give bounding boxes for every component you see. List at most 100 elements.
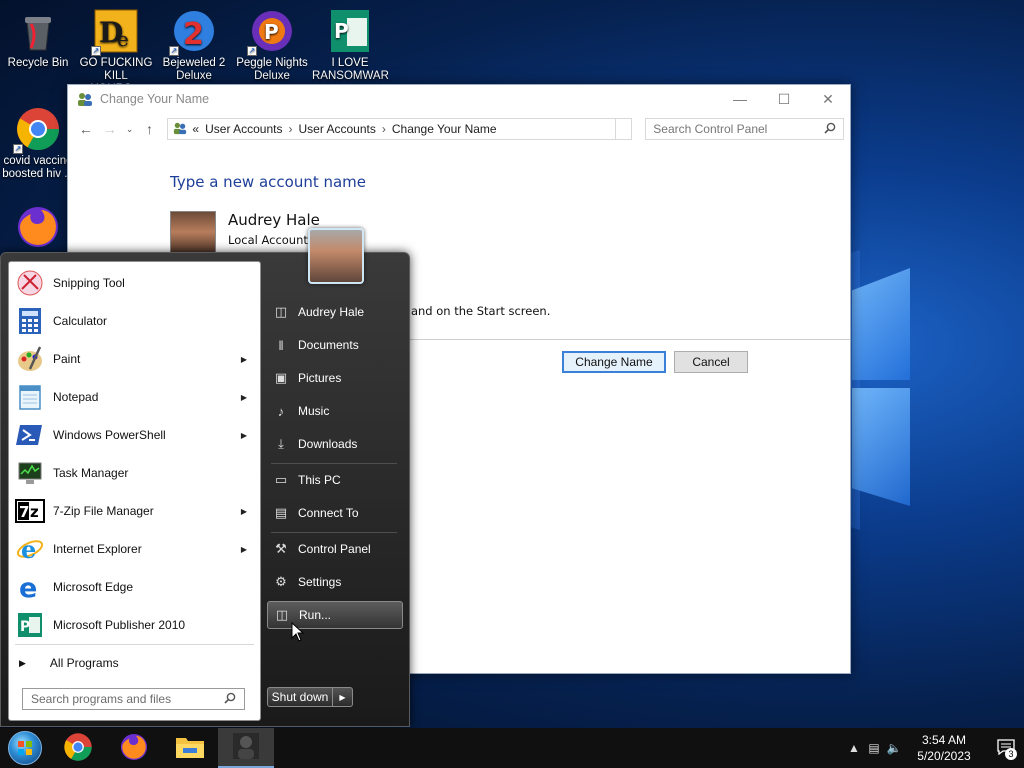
taskbar-control-panel[interactable] — [218, 728, 274, 768]
shortcut-arrow-icon: ↗ — [13, 144, 23, 154]
gear-icon: ⚙ — [275, 574, 287, 589]
program-snipping-tool[interactable]: Snipping Tool — [15, 265, 253, 301]
svg-text:2: 2 — [183, 17, 204, 52]
program-label: Internet Explorer — [53, 542, 142, 556]
desktop-icon-go-kill[interactable]: De ↗ GO FUCKING KILL YOURS... — [78, 8, 154, 85]
chrome-icon — [63, 732, 93, 765]
start-right-downloads[interactable]: ⤓ Downloads — [267, 430, 403, 458]
snipping-tool-icon — [15, 268, 45, 298]
start-right-pictures[interactable]: ▣ Pictures — [267, 364, 403, 392]
maximize-button[interactable]: ☐ — [762, 85, 806, 113]
taskbar-chrome[interactable] — [50, 728, 106, 768]
start-right-documents[interactable]: ‖ Documents — [267, 331, 403, 359]
clock-date: 5/20/2023 — [917, 749, 971, 763]
desktop-icon-covid[interactable]: ↗ covid vaccine boosted hiv ... — [0, 106, 76, 181]
network-icon[interactable]: ▤ — [864, 741, 884, 755]
program-7zip-file-manager[interactable]: 7z 7-Zip File Manager ▶ — [15, 493, 253, 529]
account-avatar — [170, 211, 216, 257]
program-paint[interactable]: Paint ▶ — [15, 341, 253, 377]
right-item-label: Documents — [298, 338, 359, 352]
desktop-icon-recycle-bin[interactable]: Recycle Bin — [0, 8, 76, 70]
pictures-icon: ▣ — [274, 370, 288, 385]
volume-muted-icon[interactable]: 🔈 — [884, 741, 904, 755]
die-app-icon: De ↗ — [91, 8, 139, 56]
program-calculator[interactable]: Calculator — [15, 303, 253, 339]
up-button[interactable]: ↑ — [138, 117, 162, 141]
taskbar-firefox[interactable] — [106, 728, 162, 768]
start-user-picture[interactable] — [308, 228, 364, 284]
right-item-label: Downloads — [298, 437, 358, 451]
back-button[interactable]: ← — [74, 117, 98, 141]
start-right-settings[interactable]: ⚙ Settings — [267, 568, 403, 596]
system-tray: ▲ ▤ 🔈 3:54 AM 5/20/2023 3 — [844, 728, 1024, 768]
windows-logo-icon — [8, 731, 42, 765]
minimize-button[interactable]: — — [718, 85, 762, 113]
action-center-button[interactable]: 3 — [988, 728, 1024, 768]
start-right-this-pc[interactable]: ▭ This PC — [267, 466, 403, 494]
program-microsoft-edge[interactable]: e Microsoft Edge — [15, 569, 253, 605]
program-microsoft-publisher-2010[interactable]: P Microsoft Publisher 2010 — [15, 607, 253, 643]
breadcrumb-item[interactable]: Change Your Name — [392, 122, 497, 136]
shutdown-button[interactable]: Shut down — [267, 687, 333, 707]
desktop-icon-firefox[interactable] — [0, 204, 76, 253]
clock[interactable]: 3:54 AM 5/20/2023 — [908, 732, 980, 764]
cancel-button[interactable]: Cancel — [674, 351, 748, 373]
start-right-control-panel[interactable]: ⚒ Control Panel — [267, 535, 403, 563]
start-programs-panel: Snipping Tool Calculator Paint ▶ Notepad… — [8, 261, 261, 721]
start-right-music[interactable]: ♪ Music — [267, 397, 403, 425]
breadcrumb-overflow[interactable]: « — [192, 122, 199, 136]
svg-text:e: e — [19, 573, 37, 601]
chrome-icon: ↗ — [13, 106, 61, 154]
change-name-button[interactable]: Change Name — [562, 351, 666, 373]
firefox-icon — [15, 204, 61, 250]
folder-icon — [175, 734, 205, 763]
address-bar[interactable]: « User Accounts › User Accounts › Change… — [167, 118, 617, 140]
program-notepad[interactable]: Notepad ▶ — [15, 379, 253, 415]
desktop-icon-label: Peggle Nights Deluxe — [236, 57, 308, 82]
breadcrumb-item[interactable]: User Accounts — [205, 122, 282, 136]
start-right-connect-to[interactable]: ▤ Connect To — [267, 499, 403, 527]
control-panel-search[interactable]: Search Control Panel — [645, 118, 845, 140]
svg-text:P: P — [264, 20, 279, 44]
breadcrumb-separator-icon: › — [381, 122, 386, 136]
network-connect-icon: ▤ — [274, 505, 288, 520]
address-dropdown[interactable] — [616, 118, 633, 140]
user-accounts-icon — [172, 121, 188, 138]
submenu-arrow-icon: ▶ — [240, 544, 247, 554]
program-label: Notepad — [53, 390, 99, 404]
window-title-bar[interactable]: Change Your Name — ☐ ✕ — [68, 85, 850, 113]
desktop-icon-ransomware[interactable]: P I LOVE RANSOMWARE — [312, 8, 388, 83]
close-button[interactable]: ✕ — [806, 85, 850, 113]
start-right-run[interactable]: ◫ Run... — [267, 601, 403, 629]
all-programs-button[interactable]: ▶ All Programs — [19, 652, 119, 674]
right-item-label: Audrey Hale — [298, 305, 365, 319]
submenu-arrow-icon: ▶ — [240, 430, 247, 440]
search-placeholder: Search Control Panel — [653, 122, 768, 136]
program-internet-explorer[interactable]: e Internet Explorer ▶ — [15, 531, 253, 567]
computer-icon: ▭ — [274, 472, 288, 487]
start-button[interactable] — [0, 728, 50, 768]
breadcrumb-item[interactable]: User Accounts — [298, 122, 375, 136]
desktop-icon-label: I LOVE RANSOMWARE — [312, 57, 388, 82]
program-windows-powershell[interactable]: Windows PowerShell ▶ — [15, 417, 253, 453]
shutdown-options-arrow-icon[interactable]: ▶ — [333, 687, 353, 707]
show-hidden-icons-chevron-icon[interactable]: ▲ — [844, 741, 864, 755]
search-placeholder: Search programs and files — [31, 692, 172, 706]
svg-text:e: e — [21, 535, 36, 563]
program-task-manager[interactable]: Task Manager — [15, 455, 253, 491]
internet-explorer-icon: e — [15, 534, 45, 564]
taskbar: ▲ ▤ 🔈 3:54 AM 5/20/2023 3 — [0, 728, 1024, 768]
7zip-icon: 7z — [15, 496, 45, 526]
start-search-input[interactable]: Search programs and files — [22, 688, 245, 710]
start-right-user[interactable]: ◫ Audrey Hale — [267, 298, 403, 326]
forward-button[interactable]: → — [98, 117, 122, 141]
svg-text:P: P — [20, 619, 30, 635]
clock-time: 3:54 AM — [921, 733, 967, 747]
wallpaper-window-pane — [852, 268, 910, 380]
desktop-icon-peggle[interactable]: P ↗ Peggle Nights Deluxe — [234, 8, 310, 83]
desktop-icon-bejeweled[interactable]: 2 ↗ Bejeweled 2 Deluxe — [156, 8, 232, 83]
taskbar-file-explorer[interactable] — [162, 728, 218, 768]
right-item-label: This PC — [298, 473, 341, 487]
recent-locations-chevron-icon[interactable]: ⌄ — [122, 117, 138, 141]
wallpaper-window-pane — [852, 388, 910, 506]
